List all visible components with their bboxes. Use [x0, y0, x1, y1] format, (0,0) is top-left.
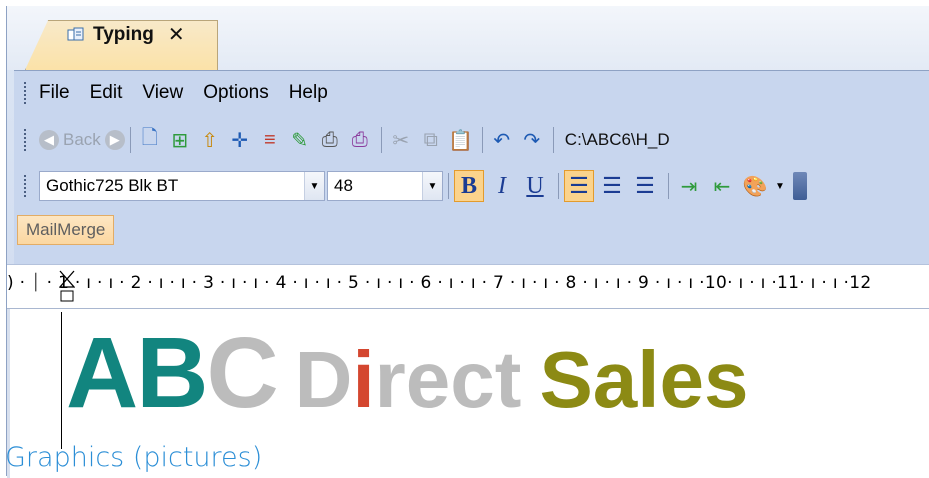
- redo-icon[interactable]: ↷: [518, 126, 546, 154]
- separator: [380, 127, 382, 153]
- mailmerge-button[interactable]: MailMerge: [17, 215, 115, 245]
- ruler[interactable]: ) · ⏐ · 1 · ı · ı · 2 · ı · ı · 3 · ı · …: [7, 264, 929, 308]
- abc-direct-sales-logo: ABC Direct Sales: [66, 317, 749, 429]
- chevron-down-icon[interactable]: ▼: [304, 172, 324, 200]
- font-name-select[interactable]: Gothic725 Blk BT ▼: [39, 171, 325, 201]
- bold-button[interactable]: B: [454, 170, 484, 202]
- separator: [448, 173, 449, 199]
- font-size-select[interactable]: 48 ▼: [327, 171, 443, 201]
- file-path: C:\ABC6\H_D: [564, 130, 670, 149]
- pin-icon[interactable]: ✎: [286, 126, 314, 154]
- tab-strip: Typing ✕: [7, 6, 929, 70]
- color-palette-icon[interactable]: 🎨: [740, 170, 770, 202]
- callout-line: [61, 312, 62, 449]
- grip-handle[interactable]: [24, 175, 27, 197]
- back-label: Back: [63, 130, 101, 149]
- center-icon[interactable]: ✛: [226, 126, 254, 154]
- increase-indent-icon[interactable]: ⇥: [674, 170, 704, 202]
- menu-help[interactable]: Help: [289, 82, 344, 104]
- font-name-value: Gothic725 Blk BT: [46, 176, 179, 195]
- separator: [129, 127, 131, 153]
- grip-handle[interactable]: [24, 129, 27, 151]
- underline-button[interactable]: U: [520, 170, 550, 202]
- align-right-icon[interactable]: ☰: [630, 170, 660, 202]
- back-button[interactable]: ◀ Back: [39, 130, 101, 150]
- align-left-icon[interactable]: ☰: [564, 170, 594, 202]
- tab-typing-content[interactable]: Typing ✕: [65, 22, 185, 47]
- document-icon: [65, 26, 85, 44]
- back-arrow-icon: ◀: [39, 130, 59, 150]
- grip-handle[interactable]: [24, 82, 27, 104]
- app-window: Typing ✕ File Edit View Options Help ◀ B…: [6, 6, 929, 478]
- menu-bar: File Edit View Options Help: [14, 71, 929, 115]
- menu-file[interactable]: File: [39, 82, 86, 104]
- close-icon[interactable]: ✕: [168, 22, 185, 47]
- menu-edit[interactable]: Edit: [90, 82, 139, 104]
- main-toolbar: ◀ Back ▶ 🗋 ⊞ ⇧ ✛ ≡ ✎ ⎙ ⎙ ✂ ⧉ 📋 ↶ ↷ C:\AB…: [14, 119, 929, 161]
- callout-caption: Graphics (pictures): [5, 442, 263, 473]
- forward-arrow-icon[interactable]: ▶: [104, 130, 125, 150]
- print-icon[interactable]: ⎙: [346, 126, 374, 154]
- menu-options[interactable]: Options: [203, 82, 284, 104]
- application-area: File Edit View Options Help ◀ Back ▶ 🗋 ⊞…: [7, 70, 929, 478]
- paste-icon[interactable]: 📋: [447, 126, 475, 154]
- indent-marker-icon[interactable]: [58, 269, 76, 312]
- print-preview-icon[interactable]: ⎙: [316, 126, 344, 154]
- separator: [668, 173, 669, 199]
- decrease-indent-icon[interactable]: ⇤: [707, 170, 737, 202]
- chevron-down-icon[interactable]: ▼: [775, 181, 785, 192]
- align-center-icon[interactable]: ☰: [597, 170, 627, 202]
- italic-button[interactable]: I: [487, 170, 517, 202]
- print-layout-icon[interactable]: ≡: [256, 126, 284, 154]
- separator: [481, 127, 483, 153]
- tab-title: Typing: [93, 23, 154, 45]
- font-size-value: 48: [334, 176, 353, 195]
- copy-icon[interactable]: ⧉: [417, 126, 445, 154]
- format-toolbar: Gothic725 Blk BT ▼ 48 ▼ B I U ☰ ☰ ☰ ⇥ ⇤ …: [14, 165, 929, 207]
- new-document-icon[interactable]: 🗋: [136, 126, 164, 154]
- chevron-down-icon[interactable]: ▼: [422, 172, 442, 200]
- undo-icon[interactable]: ↶: [488, 126, 516, 154]
- cut-icon[interactable]: ✂: [387, 126, 415, 154]
- open-tree-icon[interactable]: ⊞: [166, 126, 194, 154]
- toolbar-overflow-button[interactable]: [792, 172, 807, 200]
- save-icon[interactable]: ⇧: [196, 126, 224, 154]
- ruler-marks: ) · ⏐ · 1 · ı · ı · 2 · ı · ı · 3 · ı · …: [7, 273, 872, 293]
- separator: [552, 127, 554, 153]
- separator: [558, 173, 559, 199]
- menu-view[interactable]: View: [142, 82, 199, 104]
